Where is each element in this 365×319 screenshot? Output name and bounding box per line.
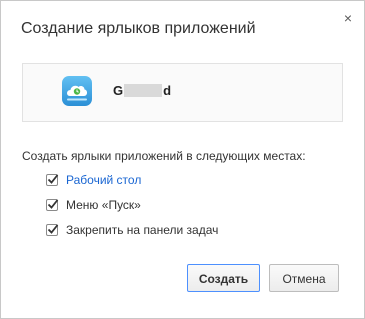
checkmark-icon [47,224,59,234]
app-name-start: G [113,83,124,98]
desktop-label: Рабочий стол [66,173,142,187]
create-button[interactable]: Создать [187,264,260,292]
pin-taskbar-checkbox[interactable] [46,224,59,236]
checkmark-icon [47,174,59,184]
option-pin-taskbar[interactable]: Закрепить на панели задач [46,222,218,238]
app-name: Gd [113,83,171,98]
shortcut-locations-prompt: Создать ярлыки приложений в следующих ме… [22,149,306,163]
create-shortcuts-dialog: Создание ярлыков приложений × Gd Создать… [0,0,365,319]
app-name-end: d [163,83,172,98]
cloud-app-icon [62,76,92,106]
redacted-region [124,84,163,97]
option-desktop[interactable]: Рабочий стол [46,172,141,188]
close-icon[interactable]: × [342,11,354,25]
option-start-menu[interactable]: Меню «Пуск» [46,197,141,213]
start-menu-label: Меню «Пуск» [66,198,141,212]
start-menu-checkbox[interactable] [46,199,59,211]
dialog-title: Создание ярлыков приложений [21,20,256,37]
pin-taskbar-label: Закрепить на панели задач [66,223,219,237]
cancel-button[interactable]: Отмена [269,264,339,292]
desktop-checkbox[interactable] [46,174,59,186]
app-info-panel: Gd [22,63,343,122]
checkmark-icon [47,199,59,209]
